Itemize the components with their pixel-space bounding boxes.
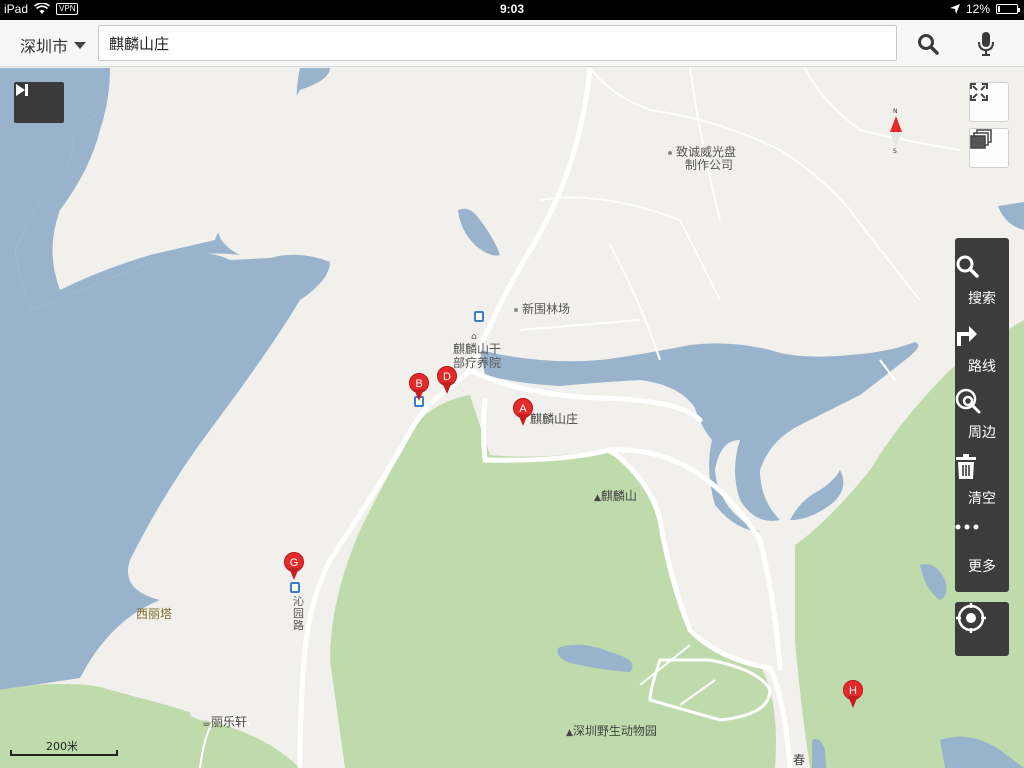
route-turn-icon: [957, 326, 977, 346]
marker-a[interactable]: A: [513, 398, 533, 428]
skip-next-icon: [16, 84, 28, 96]
side-route-button[interactable]: 路线: [955, 322, 1009, 390]
side-nearby-button[interactable]: 周边: [955, 388, 1009, 456]
side-clear-button[interactable]: 清空: [955, 454, 1009, 522]
map-canvas[interactable]: 致诚威光盘 制作公司 新围林场 ⌂ 麒麟山干 部疗养院 麒麟山庄 ▲麒麟山 西丽…: [0, 68, 1024, 768]
expand-icon: [970, 83, 988, 101]
more-dots-icon: [955, 524, 979, 530]
battery-fill: [998, 6, 1000, 12]
search-icon: [956, 255, 979, 278]
bus-stop-icon[interactable]: [290, 582, 300, 593]
location-arrow-icon: [949, 4, 960, 14]
park-icon: ▲: [566, 728, 573, 738]
nearby-icon: [955, 388, 981, 414]
side-panel: 搜索 路线 周边 清空 更多: [955, 238, 1009, 592]
poi-label-qilin-ganbu[interactable]: 麒麟山干: [453, 343, 501, 356]
poi-label-zoo[interactable]: ▲深圳野生动物园: [566, 725, 657, 740]
locate-button[interactable]: [955, 602, 1009, 656]
search-icon: [918, 34, 939, 55]
mountain-icon: ▲: [594, 493, 601, 503]
side-search-button[interactable]: 搜索: [955, 254, 1009, 322]
poi-label-lilexuan[interactable]: ☕丽乐轩: [202, 716, 247, 730]
status-bar: iPad VPN 9:03 12%: [0, 0, 1024, 20]
search-bar: 深圳市: [0, 20, 1024, 67]
poi-label-qilin-shan[interactable]: ▲麒麟山: [594, 490, 637, 505]
battery-icon: [996, 4, 1020, 14]
marker-h[interactable]: H: [843, 680, 863, 710]
side-more-button[interactable]: 更多: [955, 522, 1009, 590]
compass-south-label: S: [893, 148, 897, 155]
compass-north-label: N: [893, 108, 898, 115]
marker-d[interactable]: D: [437, 366, 457, 396]
marker-g[interactable]: G: [284, 552, 304, 582]
side-search-label: 搜索: [968, 291, 996, 307]
search-input[interactable]: [98, 25, 897, 61]
poi-label-xinwei[interactable]: 新围林场: [514, 303, 570, 316]
poi-dot-icon: [668, 150, 672, 155]
city-selector[interactable]: 深圳市: [20, 33, 87, 57]
side-nearby-label: 周边: [968, 425, 996, 441]
map-background: [0, 68, 1024, 768]
locate-crosshair-icon: [956, 603, 986, 633]
restaurant-icon: ☕: [202, 718, 211, 729]
clock: 9:03: [499, 2, 525, 16]
road-label-chun: 春: [793, 753, 806, 767]
compass[interactable]: N S: [886, 108, 906, 156]
next-button[interactable]: [14, 82, 64, 123]
layers-icon: [970, 129, 992, 149]
poi-label-xilita[interactable]: 西丽塔: [136, 608, 172, 621]
marker-b[interactable]: B: [409, 373, 429, 403]
bus-stop-icon[interactable]: [474, 311, 484, 322]
compass-needle-icon: [890, 116, 902, 148]
poi-dot-icon: [514, 307, 518, 312]
battery-percent: 12%: [965, 2, 990, 16]
microphone-icon: [978, 32, 994, 56]
voice-button[interactable]: [970, 28, 1002, 60]
road-label-qinyuan: 沁园路: [293, 595, 304, 632]
poi-label-qilin-ganbu-2: 部疗养院: [453, 356, 502, 370]
trash-icon: [956, 454, 976, 479]
poi-label-qilin-shanzhuang[interactable]: 麒麟山庄: [530, 413, 578, 426]
chevron-down-icon: [74, 41, 87, 49]
side-more-label: 更多: [968, 559, 996, 575]
poi-label-zhicheng-2: 制作公司: [685, 158, 734, 172]
layers-button[interactable]: [969, 128, 1009, 168]
side-route-label: 路线: [968, 359, 996, 375]
side-clear-label: 清空: [968, 491, 996, 507]
city-name: 深圳市: [20, 37, 69, 56]
fullscreen-button[interactable]: [969, 82, 1009, 122]
scale-bar: 200米: [10, 738, 120, 756]
search-button[interactable]: [912, 28, 944, 60]
